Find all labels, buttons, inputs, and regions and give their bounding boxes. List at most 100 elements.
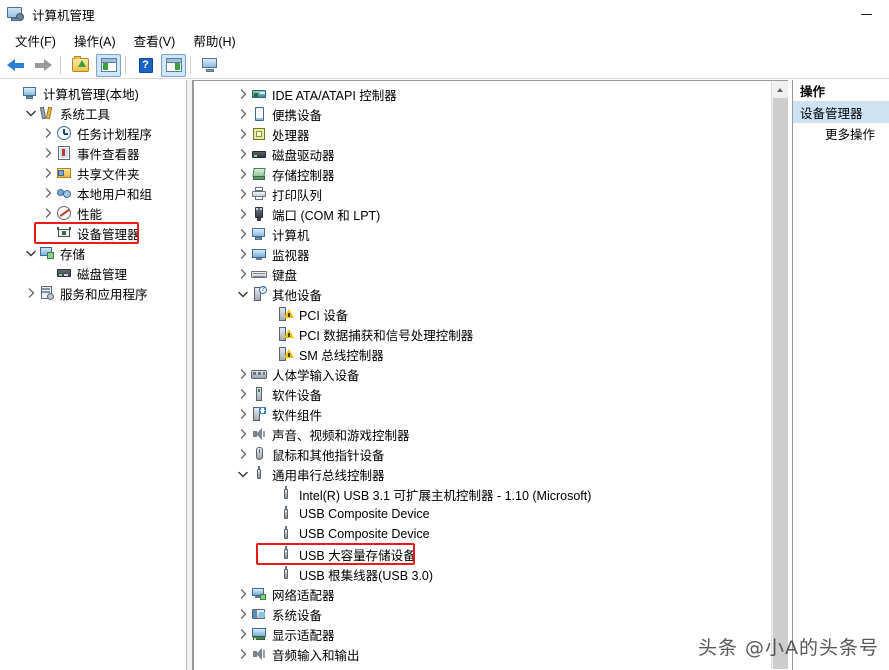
tree-storage[interactable]: 存储: [0, 243, 186, 263]
tree-item-label: 本地用户和组: [77, 187, 153, 202]
chevron-right-icon[interactable]: [40, 128, 56, 138]
watermark: 头条 @小A的头条号: [697, 637, 879, 659]
chevron-right-icon[interactable]: [235, 449, 251, 459]
usb-icon: [278, 526, 294, 542]
chevron-right-icon[interactable]: [235, 109, 251, 119]
chevron-right-icon[interactable]: [235, 169, 251, 179]
tree-task-scheduler[interactable]: 任务计划程序: [0, 123, 186, 143]
vertical-scrollbar[interactable]: [771, 81, 788, 669]
device-tree: IDE ATA/ATAPI 控制器 便携设备处理器 磁盘驱动器 存储控制器 打印队列 端口…: [194, 81, 788, 664]
pane-splitter-left[interactable]: [186, 80, 193, 670]
chevron-right-icon[interactable]: [235, 89, 251, 99]
forward-arrow-icon: [35, 58, 52, 72]
chevron-right-icon[interactable]: [235, 249, 251, 259]
device-universal-serial-bus-controllers[interactable]: 通用串行总线控制器: [194, 464, 788, 484]
connect-to-computer-button[interactable]: [198, 54, 223, 77]
device-software-components[interactable]: 软件组件: [194, 404, 788, 424]
tree-item-label: 磁盘管理: [77, 267, 128, 282]
device-disk-drives[interactable]: 磁盘驱动器: [194, 144, 788, 164]
chevron-right-icon[interactable]: [235, 369, 251, 379]
device-human-interface-devices[interactable]: 人体学输入设备: [194, 364, 788, 384]
menu-help[interactable]: 帮助(H): [184, 29, 244, 53]
device-usb-mass-storage[interactable]: USB 大容量存储设备: [194, 543, 788, 565]
shared-folders-icon: [56, 165, 72, 181]
chevron-right-icon[interactable]: [235, 209, 251, 219]
chevron-right-icon[interactable]: [40, 208, 56, 218]
device-print-queues[interactable]: 打印队列: [194, 184, 788, 204]
device-processors[interactable]: 处理器: [194, 124, 788, 144]
device-other-devices[interactable]: ? 其他设备: [194, 284, 788, 304]
device-keyboards[interactable]: 键盘: [194, 264, 788, 284]
chevron-right-icon[interactable]: [40, 188, 56, 198]
device-intel-usb-31-xhci[interactable]: Intel(R) USB 3.1 可扩展主机控制器 - 1.10 (Micros…: [194, 484, 788, 504]
scroll-up-button[interactable]: [772, 81, 788, 98]
device-ide-ata-atapi-controllers[interactable]: IDE ATA/ATAPI 控制器: [194, 84, 788, 104]
chevron-right-icon[interactable]: [235, 149, 251, 159]
chevron-right-icon[interactable]: [40, 148, 56, 158]
chevron-right-icon[interactable]: [235, 629, 251, 639]
chevron-right-icon[interactable]: [40, 168, 56, 178]
device-monitors[interactable]: 监视器: [194, 244, 788, 264]
device-pci-data-acquisition[interactable]: PCI 数据捕获和信号处理控制器: [194, 324, 788, 344]
chevron-right-icon[interactable]: [235, 649, 251, 659]
tree-computer-management-local[interactable]: 计算机管理(本地): [0, 83, 186, 103]
chevron-right-icon[interactable]: [235, 609, 251, 619]
device-storage-controllers[interactable]: 存储控制器: [194, 164, 788, 184]
chevron-right-icon[interactable]: [235, 269, 251, 279]
up-one-level-button[interactable]: [68, 54, 93, 77]
device-portable-devices[interactable]: 便携设备: [194, 104, 788, 124]
chevron-right-icon[interactable]: [235, 229, 251, 239]
back-button[interactable]: [3, 54, 28, 77]
menu-action[interactable]: 操作(A): [65, 29, 125, 53]
tree-shared-folders[interactable]: 共享文件夹: [0, 163, 186, 183]
device-usb-root-hub-30[interactable]: USB 根集线器(USB 3.0): [194, 564, 788, 584]
chevron-right-icon[interactable]: [23, 288, 39, 298]
device-network-adapters[interactable]: 网络适配器: [194, 584, 788, 604]
chevron-right-icon[interactable]: [235, 389, 251, 399]
actions-more-actions[interactable]: 更多操作: [793, 123, 889, 144]
tree-item-label: 处理器: [272, 128, 310, 143]
device-mice-and-pointing-devices[interactable]: 鼠标和其他指针设备: [194, 444, 788, 464]
tree-item-label: 显示适配器: [272, 628, 335, 643]
chevron-right-icon[interactable]: [235, 129, 251, 139]
actions-pane-selected-node[interactable]: 设备管理器: [793, 102, 889, 123]
tree-device-manager[interactable]: 设备管理器: [0, 222, 186, 244]
scrollbar-thumb[interactable]: [773, 98, 788, 669]
chevron-down-icon[interactable]: [23, 250, 39, 257]
tree-disk-management[interactable]: 磁盘管理: [0, 263, 186, 283]
tree-local-users-and-groups[interactable]: 本地用户和组: [0, 183, 186, 203]
actions-pane-header: 操作: [793, 80, 889, 102]
menu-view[interactable]: 查看(V): [125, 29, 185, 53]
forward-button[interactable]: [31, 54, 56, 77]
device-sound-video-game-controllers[interactable]: 声音、视频和游戏控制器: [194, 424, 788, 444]
show-action-pane-button[interactable]: [161, 53, 186, 77]
device-computer[interactable]: 计算机: [194, 224, 788, 244]
chevron-right-icon[interactable]: [235, 189, 251, 199]
processor-icon: [251, 126, 267, 142]
device-software-devices[interactable]: 软件设备: [194, 384, 788, 404]
help-button[interactable]: ?: [133, 54, 158, 77]
device-pci-device[interactable]: PCI 设备: [194, 304, 788, 324]
chevron-down-icon[interactable]: [23, 110, 39, 117]
tree-event-viewer[interactable]: 事件查看器: [0, 143, 186, 163]
window-title: 计算机管理: [32, 9, 95, 23]
tree-services-and-applications[interactable]: 服务和应用程序: [0, 283, 186, 303]
title-bar: 计算机管理: [0, 0, 889, 29]
device-usb-composite-device-1[interactable]: USB Composite Device: [194, 504, 788, 524]
minimize-button[interactable]: [843, 0, 889, 29]
chevron-right-icon[interactable]: [235, 409, 251, 419]
menu-file[interactable]: 文件(F): [6, 29, 65, 53]
tree-performance[interactable]: 性能: [0, 203, 186, 223]
tree-system-tools[interactable]: 系统工具: [0, 103, 186, 123]
chevron-down-icon[interactable]: [235, 291, 251, 298]
device-manager-pane: IDE ATA/ATAPI 控制器 便携设备处理器 磁盘驱动器 存储控制器 打印队列 端口…: [193, 80, 788, 670]
chevron-down-icon[interactable]: [235, 471, 251, 478]
device-usb-composite-device-2[interactable]: USB Composite Device: [194, 524, 788, 544]
show-console-tree-button[interactable]: [96, 53, 121, 77]
device-system-devices[interactable]: 系统设备: [194, 604, 788, 624]
device-ports-com-lpt[interactable]: 端口 (COM 和 LPT): [194, 204, 788, 224]
device-sm-bus-controller[interactable]: SM 总线控制器: [194, 344, 788, 364]
ide-controller-icon: [251, 86, 267, 102]
chevron-right-icon[interactable]: [235, 429, 251, 439]
chevron-right-icon[interactable]: [235, 589, 251, 599]
